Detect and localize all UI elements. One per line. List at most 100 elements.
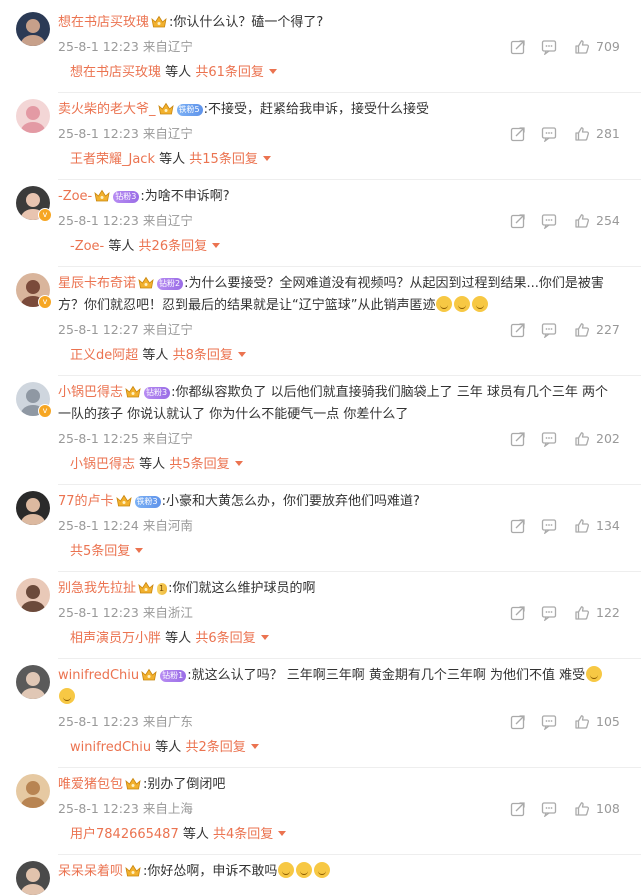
user-avatar-icon[interactable] — [16, 491, 50, 525]
reply-summary[interactable]: 相声演员万小胖 等人 共6条回复 — [70, 630, 269, 648]
reply-user-name[interactable]: 想在书店买玫瑰 — [70, 65, 161, 80]
comment-location: 来自浙江 — [142, 605, 193, 620]
reply-etc: 等人 — [165, 65, 192, 80]
comment-date: 25-8-1 12:23 — [58, 126, 139, 141]
comment-text: :你认什么认？磕一个得了? — [169, 15, 324, 30]
reply-count[interactable]: 共4条回复 — [213, 827, 273, 842]
emoji-icon — [454, 296, 471, 312]
user-avatar-icon[interactable] — [16, 578, 50, 612]
commenter-name[interactable]: 77的卢卡 — [58, 494, 114, 509]
share-icon[interactable] — [510, 39, 526, 55]
comment-date: 25-8-1 12:23 — [58, 714, 139, 729]
like-icon[interactable] — [574, 605, 590, 621]
like-icon[interactable] — [574, 714, 590, 730]
commenter-name[interactable]: winifredChiu — [58, 668, 139, 683]
comment-icon[interactable] — [541, 126, 557, 143]
reply-user-name[interactable]: 相声演员万小胖 — [70, 631, 161, 646]
like-count: 227 — [596, 322, 620, 337]
comment-icon[interactable] — [541, 605, 557, 622]
user-avatar-icon[interactable] — [16, 861, 50, 895]
reply-count[interactable]: 共15条回复 — [189, 152, 258, 167]
comment-text: :为啥不申诉啊? — [140, 189, 230, 204]
pig-avatar-icon[interactable] — [16, 99, 50, 133]
like-icon[interactable] — [574, 801, 590, 817]
divider — [58, 375, 641, 376]
like-count: 709 — [596, 39, 620, 54]
comment-location: 来自辽宁 — [142, 39, 193, 54]
comment-text: :不接受，赶紧给我申诉，接受什么接受 — [203, 102, 429, 117]
commenter-name[interactable]: 别急我先拉扯 — [58, 581, 136, 596]
comment-date: 25-8-1 12:23 — [58, 605, 139, 620]
comment-text: :小豪和大黄怎么办，你们要放弃他们吗难道? — [161, 494, 420, 509]
comment-icon[interactable] — [541, 322, 557, 339]
like-icon[interactable] — [574, 518, 590, 534]
comment-body: 想在书店买玫瑰 :你认什么认？磕一个得了? — [58, 12, 618, 34]
reply-user-name[interactable]: 用户7842665487 — [70, 827, 179, 842]
share-icon[interactable] — [510, 518, 526, 534]
reply-count[interactable]: 共5条回复 — [169, 457, 229, 472]
user-avatar-icon[interactable] — [16, 665, 50, 699]
commenter-name[interactable]: -Zoe- — [58, 189, 92, 204]
reply-count[interactable]: 共8条回复 — [173, 348, 233, 363]
reply-summary[interactable]: 想在书店买玫瑰 等人 共61条回复 — [70, 64, 277, 82]
share-icon[interactable] — [510, 322, 526, 338]
comment-actions: 227 — [508, 321, 626, 339]
comment-location: 来自辽宁 — [142, 213, 193, 228]
reply-count[interactable]: 共61条回复 — [195, 65, 264, 80]
reply-summary[interactable]: winifredChiu 等人 共2条回复 — [70, 739, 259, 757]
comment-icon[interactable] — [541, 518, 557, 535]
comment-body: 别急我先拉扯 1:你们就这么维护球员的啊 — [58, 578, 618, 600]
reply-summary[interactable]: 用户7842665487 等人 共4条回复 — [70, 826, 287, 844]
reply-count[interactable]: 共2条回复 — [185, 740, 245, 755]
share-icon[interactable] — [510, 605, 526, 621]
like-count: 105 — [596, 714, 620, 729]
like-icon[interactable] — [574, 322, 590, 338]
reply-count[interactable]: 共6条回复 — [195, 631, 255, 646]
commenter-name[interactable]: 星辰卡布奇诺 — [58, 276, 136, 291]
chevron-down-icon — [260, 635, 269, 640]
divider — [58, 854, 641, 855]
like-icon[interactable] — [574, 126, 590, 142]
like-icon[interactable] — [574, 39, 590, 55]
share-icon[interactable] — [510, 801, 526, 817]
comment-date: 25-8-1 12:23 — [58, 801, 139, 816]
reply-user-name[interactable]: -Zoe- — [70, 239, 104, 254]
emoji-icon — [586, 666, 603, 682]
comment-icon[interactable] — [541, 39, 557, 56]
comment-icon[interactable] — [541, 801, 557, 818]
fan-badge: 钻粉3 — [144, 387, 171, 399]
reply-user-name[interactable]: winifredChiu — [70, 740, 151, 755]
share-icon[interactable] — [510, 126, 526, 142]
comment-icon[interactable] — [541, 213, 557, 230]
reply-count[interactable]: 共5条回复 — [70, 544, 130, 559]
commenter-name[interactable]: 唯爱猪包包 — [58, 777, 123, 792]
share-icon[interactable] — [510, 431, 526, 447]
comment-meta: 25-8-1 12:25 来自辽宁 — [58, 430, 193, 448]
commenter-name[interactable]: 呆呆呆着呗 — [58, 864, 123, 879]
comment-icon[interactable] — [541, 714, 557, 731]
reply-user-name[interactable]: 正义de阿超 — [70, 348, 138, 363]
reply-summary[interactable]: 王者荣耀_Jack 等人 共15条回复 — [70, 151, 271, 169]
divider — [58, 266, 641, 267]
like-icon[interactable] — [574, 213, 590, 229]
like-icon[interactable] — [574, 431, 590, 447]
reply-summary[interactable]: -Zoe- 等人 共26条回复 — [70, 238, 221, 256]
comment-text: :就这么认了吗？ 三年啊三年啊 黄金期有几个三年啊 为他们不值 难受 — [187, 668, 586, 683]
comment-location: 来自上海 — [142, 801, 193, 816]
reply-summary[interactable]: 正义de阿超 等人 共8条回复 — [70, 347, 246, 365]
verified-icon: v — [38, 208, 52, 222]
reply-user-name[interactable]: 王者荣耀_Jack — [70, 152, 155, 167]
comment-body: 小锅巴得志 钻粉3:你都纵容欺负了 以后他们就直接骑我们脑袋上了 三年 球员有几个… — [58, 382, 618, 426]
reply-count[interactable]: 共26条回复 — [139, 239, 208, 254]
reply-summary[interactable]: 小锅巴得志 等人 共5条回复 — [70, 456, 243, 474]
comment-icon[interactable] — [541, 431, 557, 448]
reply-summary[interactable]: 共5条回复 — [70, 543, 144, 561]
food-avatar-icon[interactable] — [16, 774, 50, 808]
commenter-name[interactable]: 卖火柴的老大爷_ — [58, 102, 156, 117]
user-avatar-icon[interactable] — [16, 12, 50, 46]
reply-user-name[interactable]: 小锅巴得志 — [70, 457, 135, 472]
share-icon[interactable] — [510, 714, 526, 730]
commenter-name[interactable]: 小锅巴得志 — [58, 385, 123, 400]
commenter-name[interactable]: 想在书店买玫瑰 — [58, 15, 149, 30]
share-icon[interactable] — [510, 213, 526, 229]
